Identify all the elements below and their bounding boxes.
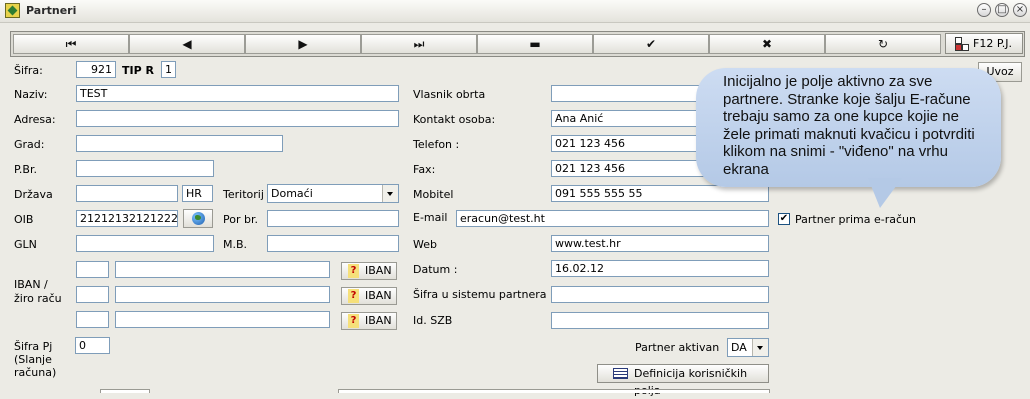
post-record-button[interactable]: ✔	[593, 34, 709, 54]
iban-input[interactable]	[115, 311, 330, 328]
gln-input[interactable]	[76, 235, 214, 252]
iban-input[interactable]	[115, 261, 330, 278]
sifra-pj-input[interactable]: 0	[75, 337, 110, 354]
iban-input[interactable]	[115, 286, 330, 303]
oib-lookup-button[interactable]	[183, 209, 213, 228]
definicija-polja-button[interactable]: Definicija korisničkih polja	[597, 364, 769, 397]
sifra-input[interactable]: 921	[76, 61, 116, 78]
iban-label-line1: IBAN /	[14, 278, 48, 291]
drzava-code-input[interactable]: HR	[182, 185, 213, 202]
bottom-field	[338, 389, 770, 393]
chevron-down-icon[interactable]	[382, 185, 398, 202]
definicija-polja-label: Definicija korisničkih polja	[634, 367, 748, 397]
pbr-label: P.Br.	[14, 163, 37, 176]
kontakt-label: Kontakt osoba:	[413, 113, 496, 126]
maximize-icon[interactable]: □	[995, 3, 1009, 17]
last-record-button[interactable]: ⏭	[361, 34, 477, 54]
pbr-input[interactable]	[76, 160, 214, 177]
iban-prefix-input[interactable]	[76, 311, 109, 328]
adresa-input[interactable]	[76, 110, 399, 127]
oib-input[interactable]: 21212132121222222	[76, 210, 178, 227]
next-record-button[interactable]: ▶	[245, 34, 361, 54]
datum-input[interactable]: 16.02.12	[551, 260, 769, 277]
idszb-input[interactable]	[551, 312, 769, 329]
iban-button-label: IBAN	[365, 314, 392, 327]
email-label: E-mail	[413, 211, 448, 224]
f12-pj-label: F12 P.J.	[973, 37, 1012, 50]
sifra-sustav-input[interactable]	[551, 286, 769, 303]
idszb-label: Id. SZB	[413, 314, 453, 327]
sifra-pj-label-line1: Šifra Pj	[14, 340, 53, 353]
delete-record-button[interactable]: ▬	[477, 34, 593, 54]
partner-aktivan-value: DA	[731, 341, 747, 354]
iban-button-label: IBAN	[365, 264, 392, 277]
refresh-record-button[interactable]: ↻	[825, 34, 941, 54]
drzava-input[interactable]	[76, 185, 178, 202]
callout-text: Inicijalno je polje aktivno za sve partn…	[723, 73, 975, 178]
help-icon: ?	[348, 314, 359, 328]
drzava-label: Država	[14, 188, 53, 201]
sifra-label: Šifra:	[14, 64, 43, 77]
web-label: Web	[413, 238, 437, 251]
partner-aktivan-label: Partner aktivan	[635, 341, 720, 354]
mobitel-label: Mobitel	[413, 188, 454, 201]
sifra-pj-label-line2: (Slanje	[14, 353, 52, 366]
bottom-field	[100, 389, 150, 393]
minimize-icon[interactable]: –	[977, 3, 991, 17]
gln-label: GLN	[14, 238, 37, 251]
f12-pj-button[interactable]: F12 P.J.	[945, 33, 1023, 54]
tip-input[interactable]: 1	[161, 61, 176, 78]
iban-label-line2: žiro raču	[14, 292, 62, 305]
adresa-label: Adresa:	[14, 113, 56, 126]
iban-button-label: IBAN	[365, 289, 392, 302]
teritorij-label: Teritorij :	[223, 188, 272, 201]
chevron-down-icon[interactable]	[752, 339, 768, 356]
porbr-label: Por br.	[223, 213, 258, 226]
hierarchy-icon	[955, 37, 969, 51]
sifra-pj-label-line3: računa)	[14, 366, 57, 379]
partner-aktivan-select[interactable]: DA	[727, 338, 769, 357]
iban-prefix-input[interactable]	[76, 286, 109, 303]
teritorij-select[interactable]: Domaći	[267, 184, 399, 203]
first-record-button[interactable]: ⏮	[13, 34, 129, 54]
help-icon: ?	[348, 264, 359, 278]
mb-input[interactable]	[267, 235, 399, 252]
iban-check-button[interactable]: ? IBAN	[341, 312, 397, 330]
help-icon: ?	[348, 289, 359, 303]
naziv-input[interactable]: TEST	[76, 85, 399, 102]
grad-input[interactable]	[76, 135, 283, 152]
eracun-checkbox[interactable]: ✔	[778, 213, 790, 225]
callout-tail	[868, 178, 902, 208]
mobitel-input[interactable]: 091 555 555 55	[551, 185, 769, 202]
app-icon	[5, 3, 20, 18]
tip-label: TIP R	[122, 64, 154, 77]
oib-label: OIB	[14, 213, 34, 226]
sifra-sustav-label: Šifra u sistemu partnera	[413, 288, 547, 301]
title-bar: Partneri – □ ×	[0, 0, 1030, 23]
iban-check-button[interactable]: ? IBAN	[341, 262, 397, 280]
close-icon[interactable]: ×	[1013, 3, 1027, 17]
iban-prefix-input[interactable]	[76, 261, 109, 278]
mb-label: M.B.	[223, 238, 248, 251]
porbr-input[interactable]	[267, 210, 399, 227]
globe-icon	[192, 212, 205, 225]
datum-label: Datum :	[413, 263, 458, 276]
fax-label: Fax:	[413, 163, 436, 176]
teritorij-value: Domaći	[271, 187, 313, 200]
email-input[interactable]: eracun@test.ht	[456, 210, 769, 227]
eracun-checkbox-label: Partner prima e-račun	[795, 213, 916, 226]
iban-check-button[interactable]: ? IBAN	[341, 287, 397, 305]
record-navigator: ⏮ ◀ ▶ ⏭ ▬ ✔ ✖ ↻	[10, 31, 1025, 57]
naziv-label: Naziv:	[14, 88, 48, 101]
vlasnik-label: Vlasnik obrta	[413, 88, 486, 101]
cancel-record-button[interactable]: ✖	[709, 34, 825, 54]
telefon-label: Telefon :	[413, 138, 460, 151]
grad-label: Grad:	[14, 138, 45, 151]
web-input[interactable]: www.test.hr	[551, 235, 769, 252]
window-title: Partneri	[26, 4, 77, 17]
table-icon	[613, 368, 628, 379]
prev-record-button[interactable]: ◀	[129, 34, 245, 54]
